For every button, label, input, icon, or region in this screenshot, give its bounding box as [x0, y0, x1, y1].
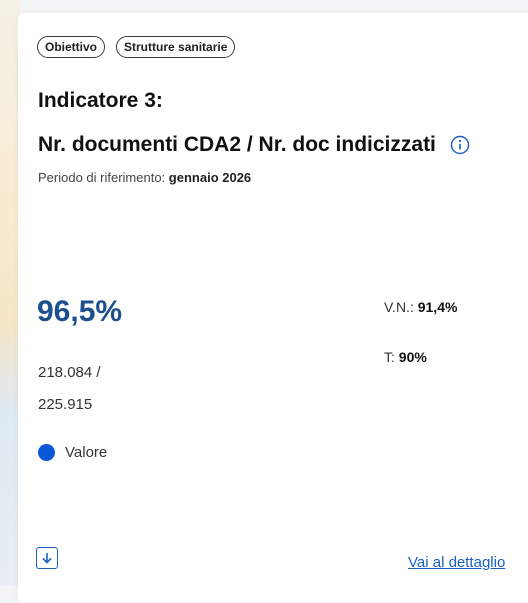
tag-obiettivo: Obiettivo [37, 36, 106, 58]
download-icon [42, 553, 52, 564]
metric-title-text: Nr. documenti CDA2 / Nr. doc indicizzati [38, 133, 436, 156]
legend: Valore [38, 444, 107, 461]
tag-group: Obiettivo Strutture sanitarie [37, 36, 236, 58]
vn-stat: V.N.: 91,4% [384, 299, 457, 315]
period-label: Periodo di riferimento: [38, 170, 166, 185]
vn-value: 91,4% [417, 299, 458, 315]
background-panel [0, 0, 20, 586]
vn-label: V.N.: [384, 299, 414, 315]
legend-dot [38, 444, 55, 461]
period-value: gennaio 2026 [168, 170, 252, 185]
target-label: T: [384, 349, 395, 365]
target-value: 90% [398, 349, 427, 365]
metric-title: Nr. documenti CDA2 / Nr. doc indicizzati [38, 133, 470, 157]
download-button[interactable] [36, 547, 58, 569]
legend-label: Valore [65, 444, 108, 461]
indicator-value: 96,5% [37, 295, 123, 328]
period-text: Periodo di riferimento: gennaio 2026 [38, 170, 251, 185]
target-stat: T: 90% [384, 349, 427, 365]
fraction-numerator: 218.084 / [38, 364, 101, 381]
tag-strutture-sanitarie: Strutture sanitarie [116, 36, 236, 58]
detail-link[interactable]: Vai al dettaglio [408, 554, 505, 571]
indicator-card: Obiettivo Strutture sanitarie Indicatore… [18, 13, 528, 603]
value-fraction: 218.084 / 225.915 [38, 357, 101, 421]
info-icon[interactable] [450, 135, 470, 155]
indicator-label: Indicatore 3: [38, 89, 163, 112]
fraction-denominator: 225.915 [38, 396, 93, 413]
